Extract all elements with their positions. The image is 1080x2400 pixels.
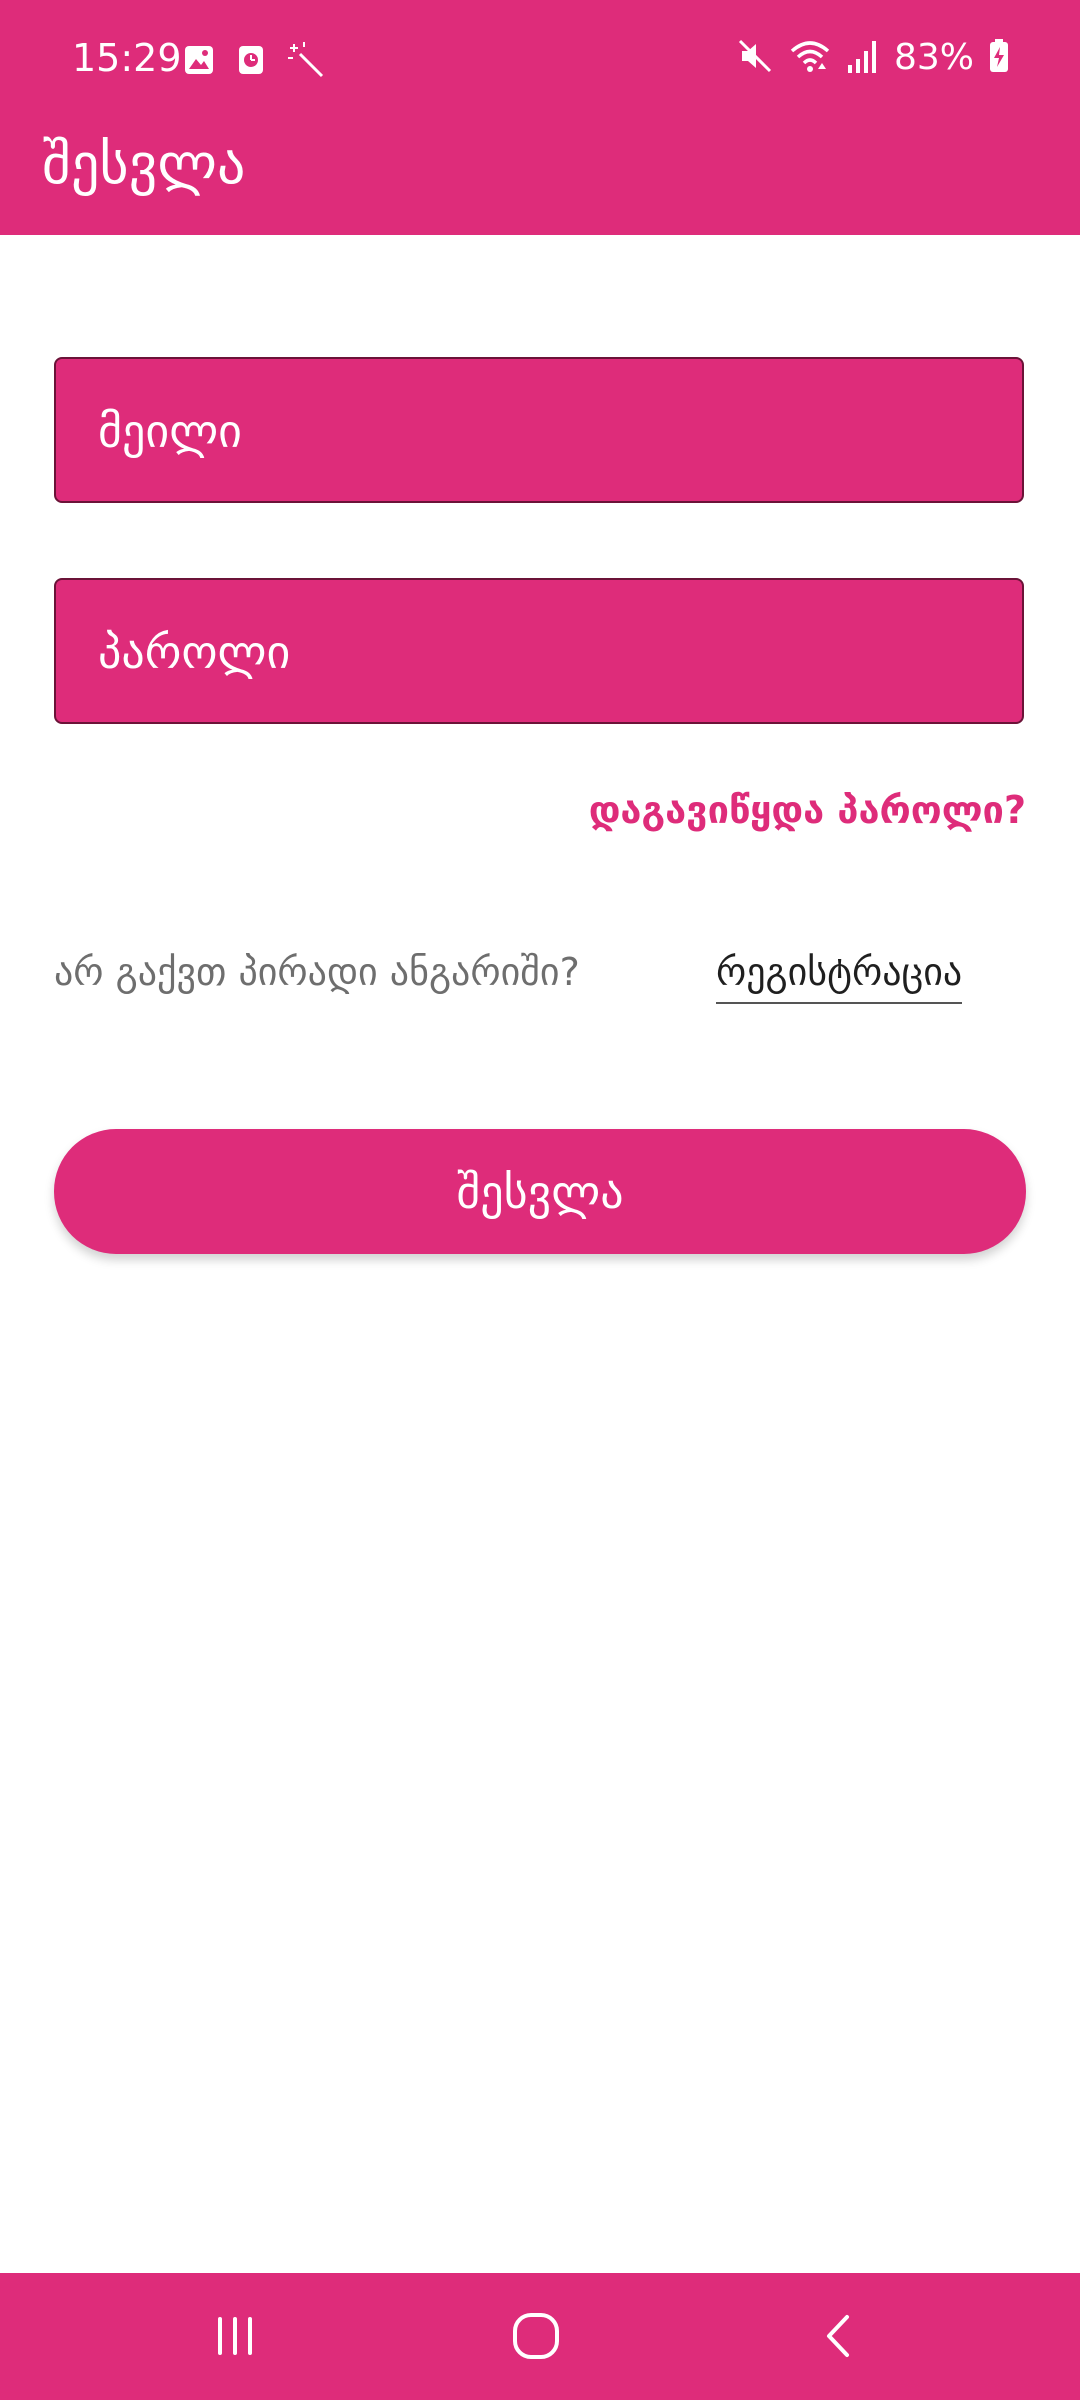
signal-icon [846, 37, 880, 79]
back-icon [815, 2311, 865, 2365]
magic-wand-icon [286, 40, 326, 84]
email-field[interactable] [54, 357, 1024, 503]
login-screen: 15:29 83% შესვლა მეილი დაგავიწყდა პაროლი… [0, 0, 1080, 2400]
page-title: შესვლა [42, 132, 246, 197]
no-account-label: არ გაქვთ პირადი ანგარიში? [54, 950, 580, 994]
email-input[interactable] [96, 359, 980, 503]
navigation-bar [0, 2273, 1080, 2400]
home-button[interactable] [491, 2293, 581, 2383]
wifi-icon [788, 37, 832, 79]
login-button[interactable]: შესვლა [54, 1129, 1026, 1254]
recents-button[interactable] [190, 2293, 280, 2383]
status-time: 15:29 [72, 36, 182, 80]
status-right-icons: 83% [736, 34, 1010, 82]
gallery-icon [182, 43, 216, 81]
battery-percent: 83% [893, 37, 974, 78]
status-left-icons [182, 40, 326, 84]
recents-icon [210, 2311, 260, 2365]
password-field[interactable] [54, 578, 1024, 724]
battery-charging-icon [988, 37, 1010, 79]
mute-icon [736, 37, 774, 79]
register-link[interactable]: რეგისტრაცია [716, 944, 963, 1004]
forgot-password-link[interactable]: დაგავიწყდა პაროლი? [589, 782, 1026, 838]
app-bar: 15:29 83% შესვლა [0, 0, 1080, 235]
screen-record-icon [234, 43, 268, 81]
back-button[interactable] [795, 2293, 885, 2383]
password-input[interactable] [96, 580, 980, 724]
home-icon [509, 2309, 563, 2367]
status-bar: 15:29 83% [0, 0, 1080, 120]
